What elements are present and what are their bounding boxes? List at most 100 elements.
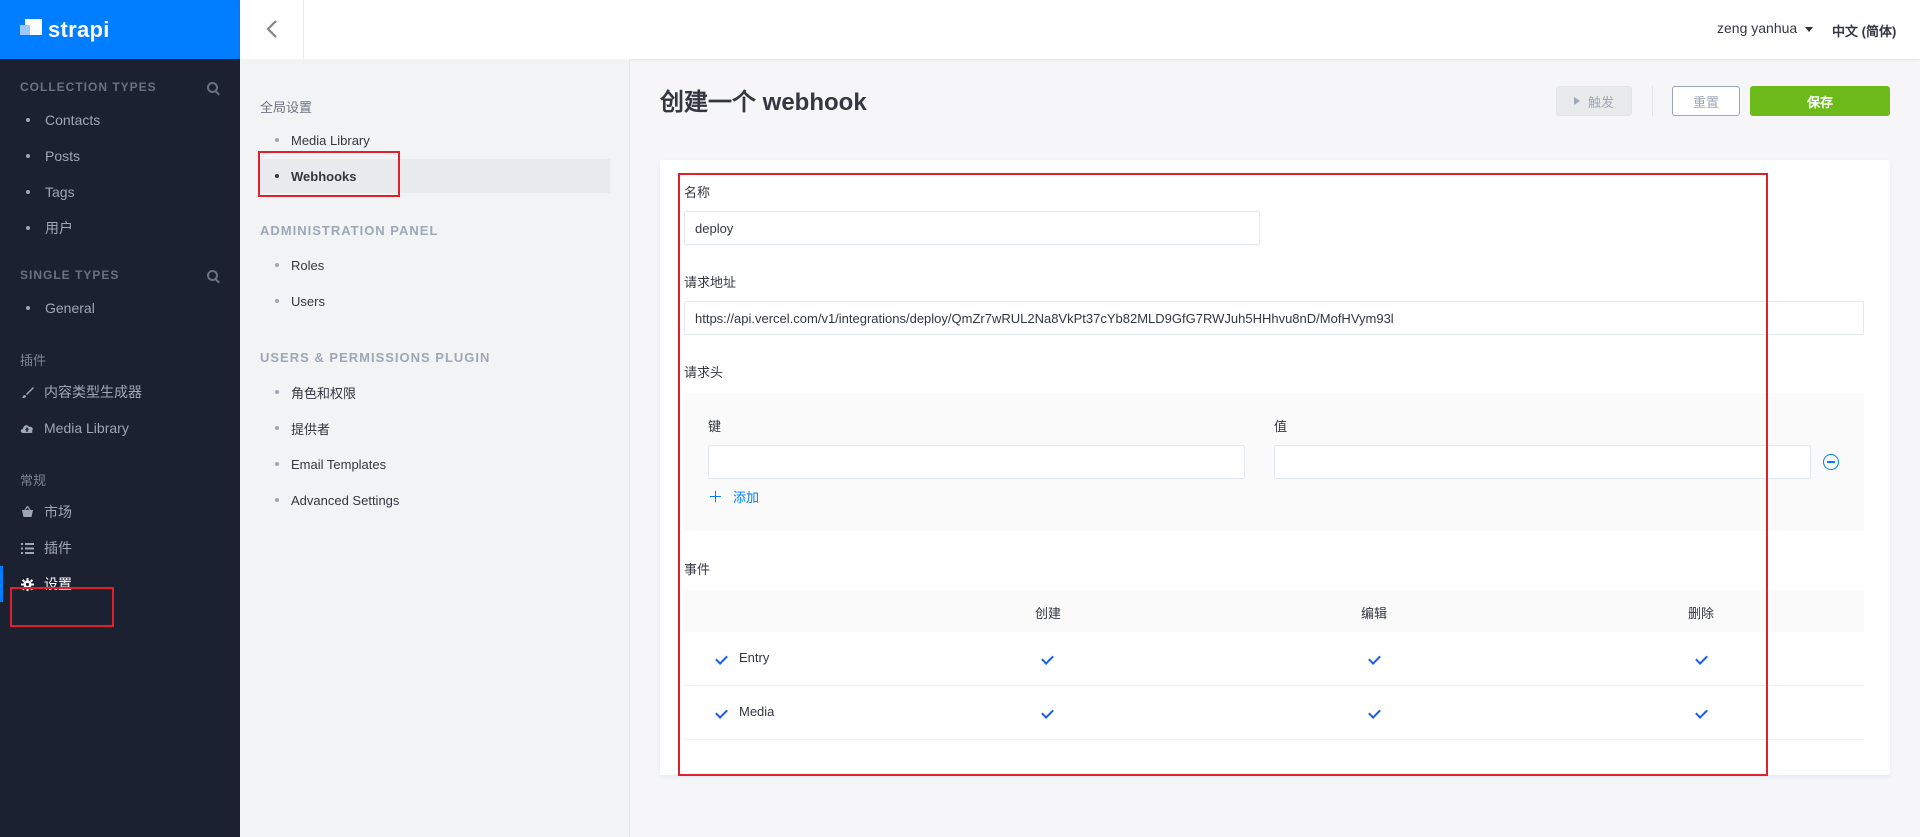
- checkbox-entry-create[interactable]: [1042, 654, 1054, 664]
- collection-types-section: COLLECTION TYPES Contacts Posts Tags 用户: [0, 78, 240, 246]
- nav-item-tags[interactable]: Tags: [20, 174, 220, 210]
- settings-subnav: 全局设置 Media Library Webhooks ADMINISTRATI…: [240, 59, 630, 837]
- subnav-item-webhooks[interactable]: Webhooks: [260, 159, 610, 193]
- subnav-item-label: Webhooks: [291, 168, 357, 184]
- column-create: 创建: [1034, 606, 1061, 621]
- checkbox-entry-delete[interactable]: [1696, 654, 1708, 664]
- reset-button[interactable]: 重置: [1672, 86, 1740, 116]
- checkbox-media-create[interactable]: [1042, 708, 1054, 718]
- nav-item-content-type-builder[interactable]: 内容类型生成器: [20, 374, 220, 410]
- subnav-item-label: Media Library: [291, 132, 370, 148]
- subnav-item-media-library[interactable]: Media Library: [260, 123, 610, 157]
- nav-item-general[interactable]: General: [20, 290, 220, 326]
- nav-item-marketplace[interactable]: 市场: [20, 494, 220, 530]
- collection-types-heading: COLLECTION TYPES: [20, 78, 220, 96]
- bullet-icon: [275, 138, 279, 142]
- header-key-input[interactable]: [708, 445, 1245, 479]
- trigger-label: 触发: [1587, 94, 1614, 110]
- subnav-item-label: Email Templates: [291, 456, 387, 472]
- general-title: 常规: [20, 472, 47, 488]
- language-switcher[interactable]: 中文 (简体): [1832, 21, 1896, 40]
- back-button[interactable]: [240, 0, 304, 59]
- subnav-item-label: Advanced Settings: [291, 492, 400, 508]
- page-title: 创建一个 webhook: [660, 89, 867, 116]
- cloud-upload-icon: [20, 421, 34, 435]
- nav-item-label: 插件: [44, 540, 72, 556]
- nav-item-contacts[interactable]: Contacts: [20, 102, 220, 138]
- header-value-label: 值: [1274, 419, 1288, 434]
- divider: [1652, 86, 1653, 116]
- top-bar: zeng yanhua 中文 (简体): [240, 0, 1920, 59]
- left-nav: strapi COLLECTION TYPES Contacts Posts T…: [0, 0, 240, 837]
- nav-item-label: 用户: [45, 220, 73, 236]
- nav-item-media-library[interactable]: Media Library: [20, 410, 220, 446]
- general-section: 常规 市场 插件 设置: [0, 470, 240, 602]
- nav-item-users[interactable]: 用户: [20, 210, 220, 246]
- single-types-title: SINGLE TYPES: [20, 268, 120, 282]
- subnav-item-roles-permissions[interactable]: 角色和权限: [260, 375, 610, 409]
- subnav-heading-global: 全局设置: [260, 100, 313, 115]
- search-icon[interactable]: [207, 81, 218, 93]
- checkbox-media-update[interactable]: [1369, 708, 1381, 718]
- bullet-icon: [275, 174, 279, 178]
- events-table-header: 创建 编辑 删除: [684, 590, 1864, 632]
- header-value-input[interactable]: [1274, 445, 1811, 479]
- collection-types-title: COLLECTION TYPES: [20, 80, 157, 94]
- column-update: 编辑: [1360, 606, 1387, 621]
- url-input[interactable]: https://api.vercel.com/v1/integrations/d…: [684, 301, 1864, 335]
- single-types-heading: SINGLE TYPES: [20, 266, 220, 284]
- subnav-item-providers[interactable]: 提供者: [260, 411, 610, 445]
- nav-item-label: 市场: [44, 504, 72, 520]
- save-button[interactable]: 保存: [1750, 86, 1890, 116]
- bullet-icon: [26, 154, 30, 158]
- remove-header-icon[interactable]: [1823, 454, 1839, 470]
- bullet-icon: [26, 306, 30, 310]
- single-types-section: SINGLE TYPES General: [0, 266, 240, 326]
- subnav-item-users[interactable]: Users: [260, 284, 610, 318]
- nav-item-label: 设置: [44, 576, 72, 592]
- column-delete: 删除: [1687, 606, 1714, 621]
- nav-item-label: 内容类型生成器: [44, 384, 142, 400]
- plugins-section: 插件 内容类型生成器 Media Library: [0, 350, 240, 446]
- nav-item-plugins[interactable]: 插件: [20, 530, 220, 566]
- trigger-button[interactable]: 触发: [1556, 86, 1632, 116]
- brand-name: strapi: [48, 16, 110, 42]
- event-row-media: Media: [684, 686, 1864, 740]
- nav-item-settings[interactable]: 设置: [0, 566, 220, 602]
- subnav-item-email-templates[interactable]: Email Templates: [260, 447, 610, 481]
- list-icon: [20, 541, 34, 555]
- checkbox-entry-all[interactable]: [716, 654, 728, 664]
- bullet-icon: [275, 426, 279, 430]
- search-icon[interactable]: [207, 269, 218, 281]
- bullet-icon: [275, 462, 279, 466]
- checkbox-media-all[interactable]: [716, 708, 728, 718]
- checkbox-media-delete[interactable]: [1696, 708, 1708, 718]
- basket-icon: [20, 505, 34, 519]
- caret-down-icon: [1805, 26, 1814, 32]
- add-header-button[interactable]: ＋ 添加: [708, 486, 759, 507]
- checkbox-entry-update[interactable]: [1369, 654, 1381, 664]
- subnav-item-label: 角色和权限: [291, 385, 357, 401]
- plugins-title: 插件: [20, 352, 47, 368]
- brand-logo[interactable]: strapi: [0, 0, 240, 59]
- subnav-item-advanced-settings[interactable]: Advanced Settings: [260, 483, 610, 517]
- subnav-item-roles[interactable]: Roles: [260, 248, 610, 282]
- nav-item-posts[interactable]: Posts: [20, 138, 220, 174]
- subnav-heading-users-permissions: USERS & PERMISSIONS PLUGIN: [260, 350, 491, 365]
- header-key-label: 键: [708, 419, 722, 434]
- nav-item-label: Posts: [45, 148, 81, 164]
- events-table: 创建 编辑 删除 Entry Media: [684, 590, 1864, 740]
- bullet-icon: [275, 299, 279, 303]
- bullet-icon: [26, 190, 30, 194]
- bullet-icon: [275, 498, 279, 502]
- subnav-item-label: Roles: [291, 257, 325, 273]
- add-header-label: 添加: [733, 490, 760, 505]
- event-row-entry: Entry: [684, 632, 1864, 686]
- user-menu[interactable]: zeng yanhua: [1717, 20, 1814, 36]
- subnav-item-label: 提供者: [291, 421, 331, 437]
- url-label: 请求地址: [684, 275, 737, 290]
- name-input[interactable]: deploy: [684, 211, 1260, 245]
- event-row-label: Media: [739, 704, 775, 719]
- nav-item-label: General: [45, 300, 95, 316]
- name-label: 名称: [684, 185, 711, 200]
